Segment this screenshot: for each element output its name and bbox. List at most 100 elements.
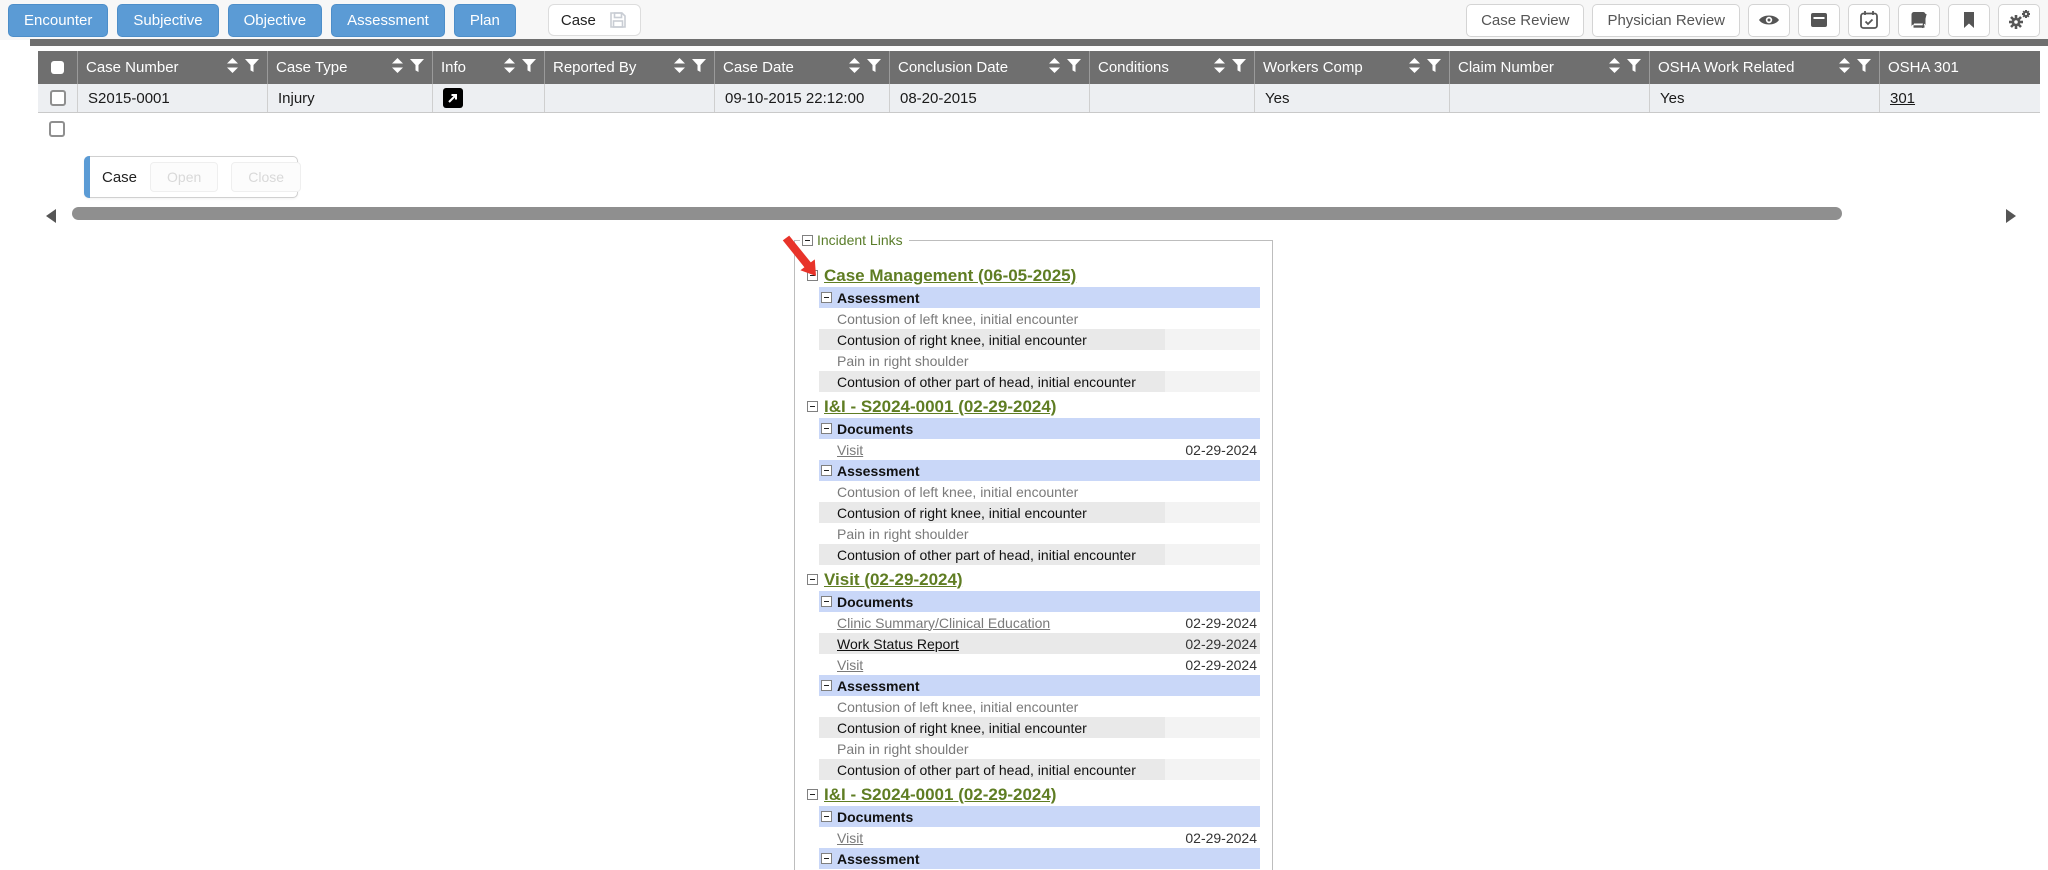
sort-icon[interactable] <box>391 58 404 77</box>
sort-icon[interactable] <box>1838 58 1851 77</box>
item-date <box>1165 759 1260 780</box>
incident-links-panel: Incident Links Case Management (06-05-20… <box>794 240 1273 870</box>
collapse-icon[interactable] <box>821 596 832 607</box>
document-link-text[interactable]: Work Status Report <box>837 636 959 652</box>
calendar-button[interactable] <box>1848 4 1890 37</box>
book-button[interactable] <box>1898 4 1940 37</box>
column-header-case-type[interactable]: Case Type <box>268 51 433 84</box>
archive-icon <box>1810 12 1828 28</box>
filter-icon[interactable] <box>692 59 706 76</box>
filter-icon[interactable] <box>522 59 536 76</box>
sort-icon[interactable] <box>1408 58 1421 77</box>
table-row: S2015-0001Injury09-10-2015 22:12:0008-20… <box>38 84 2040 113</box>
filter-icon[interactable] <box>867 59 881 76</box>
collapse-icon[interactable] <box>821 465 832 476</box>
case-link[interactable]: Case Management (06-05-2025) <box>824 266 1076 286</box>
filter-icon[interactable] <box>1067 59 1081 76</box>
case-tab[interactable]: Case <box>548 4 641 36</box>
filter-icon[interactable] <box>1857 59 1871 76</box>
nav-button-subjective[interactable]: Subjective <box>117 4 218 37</box>
filter-icon[interactable] <box>410 59 424 76</box>
collapse-icon[interactable] <box>821 292 832 303</box>
document-link-text[interactable]: Visit <box>837 657 863 673</box>
case-review-button[interactable]: Case Review <box>1466 4 1584 37</box>
physician-review-button[interactable]: Physician Review <box>1592 4 1740 37</box>
filter-icon[interactable] <box>245 59 259 76</box>
table-cell: Yes <box>1255 84 1450 112</box>
close-case-button[interactable]: Close <box>231 162 301 192</box>
filter-icon[interactable] <box>1627 59 1641 76</box>
column-header-workers-comp[interactable]: Workers Comp <box>1255 51 1450 84</box>
document-link-text[interactable]: Clinic Summary/Clinical Education <box>837 615 1050 631</box>
case-link[interactable]: I&I - S2024-0001 (02-29-2024) <box>824 785 1056 805</box>
sort-icon[interactable] <box>673 58 686 77</box>
case-link[interactable]: Visit (02-29-2024) <box>824 570 963 590</box>
osha-301-link[interactable]: 301 <box>1890 90 1915 107</box>
cell-text: Yes <box>1265 90 1289 107</box>
sort-icon[interactable] <box>1608 58 1621 77</box>
settings-button[interactable] <box>1998 4 2040 37</box>
scroll-left-arrow[interactable] <box>46 209 56 223</box>
column-header-case-number[interactable]: Case Number <box>78 51 268 84</box>
sort-icon[interactable] <box>1213 58 1226 77</box>
filter-icon[interactable] <box>1427 59 1441 76</box>
grid-header-row: Case NumberCase Type Info Reported ByCase … <box>38 51 2040 84</box>
tree-section: DocumentsVisit02-29-2024 <box>819 418 1260 460</box>
column-header-label: Info <box>441 59 466 76</box>
collapse-icon[interactable] <box>821 680 832 691</box>
sort-icon[interactable] <box>848 58 861 77</box>
sort-icon[interactable] <box>226 58 239 77</box>
collapse-icon[interactable] <box>807 574 818 585</box>
collapse-icon[interactable] <box>807 789 818 800</box>
sort-icon[interactable] <box>503 58 516 77</box>
column-header-conditions[interactable]: Conditions <box>1090 51 1255 84</box>
condition-label: Pain in right shoulder <box>837 526 1165 542</box>
collapse-icon[interactable] <box>807 401 818 412</box>
document-link[interactable]: Work Status Report <box>837 636 1165 652</box>
document-link[interactable]: Visit <box>837 657 1165 673</box>
cell-text: 09-10-2015 22:12:00 <box>725 90 864 107</box>
document-link[interactable]: Visit <box>837 442 1165 458</box>
table-cell: Yes <box>1650 84 1880 112</box>
eye-icon <box>1758 13 1780 27</box>
document-link[interactable]: Visit <box>837 830 1165 846</box>
column-header-osha-301[interactable]: OSHA 301 <box>1880 51 2040 84</box>
open-case-button[interactable]: Open <box>150 162 218 192</box>
sort-icon[interactable] <box>1048 58 1061 77</box>
column-header-case-date[interactable]: Case Date <box>715 51 890 84</box>
column-header-claim-number[interactable]: Claim Number <box>1450 51 1650 84</box>
row-checkbox[interactable] <box>49 121 65 137</box>
launch-icon[interactable] <box>443 88 463 108</box>
document-link-text[interactable]: Visit <box>837 442 863 458</box>
item-date <box>1165 371 1260 392</box>
eye-button[interactable] <box>1748 4 1790 37</box>
select-all-checkbox[interactable] <box>51 61 64 74</box>
document-link[interactable]: Clinic Summary/Clinical Education <box>837 615 1165 631</box>
tree-item: Visit02-29-2024 <box>819 439 1260 460</box>
tree-item: Contusion of right knee, initial encount… <box>819 717 1260 738</box>
document-link-text[interactable]: Visit <box>837 830 863 846</box>
nav-button-objective[interactable]: Objective <box>228 4 323 37</box>
nav-button-encounter[interactable]: Encounter <box>8 4 108 37</box>
bookmark-button[interactable] <box>1948 4 1990 37</box>
column-header-osha-work-related[interactable]: OSHA Work Related <box>1650 51 1880 84</box>
column-header-label: Claim Number <box>1458 59 1554 76</box>
case-link[interactable]: I&I - S2024-0001 (02-29-2024) <box>824 397 1056 417</box>
condition-label: Contusion of left knee, initial encounte… <box>837 484 1165 500</box>
collapse-icon[interactable] <box>821 423 832 434</box>
collapse-icon[interactable] <box>821 853 832 864</box>
column-header-info[interactable]: Info <box>433 51 545 84</box>
scroll-right-arrow[interactable] <box>2006 209 2016 223</box>
nav-button-assessment[interactable]: Assessment <box>331 4 445 37</box>
row-checkbox[interactable] <box>50 90 66 106</box>
nav-button-plan[interactable]: Plan <box>454 4 516 37</box>
horizontal-scrollbar-thumb[interactable] <box>72 207 1842 220</box>
save-icon[interactable] <box>608 10 628 30</box>
column-header-reported-by[interactable]: Reported By <box>545 51 715 84</box>
filter-icon[interactable] <box>1232 59 1246 76</box>
collapse-icon[interactable] <box>821 811 832 822</box>
archive-button[interactable] <box>1798 4 1840 37</box>
column-header-conclusion-date[interactable]: Conclusion Date <box>890 51 1090 84</box>
item-date <box>1165 329 1260 350</box>
tree-section-title: Assessment <box>837 678 920 694</box>
